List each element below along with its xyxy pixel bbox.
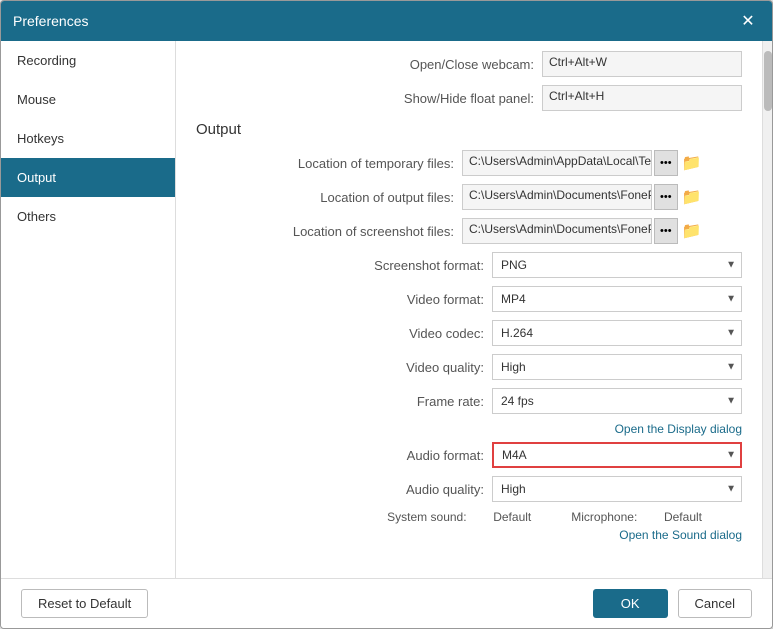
temp-files-label: Location of temporary files: (298, 156, 454, 171)
screenshot-files-input[interactable]: C:\Users\Admin\Documents\FonePa (462, 218, 652, 244)
preferences-dialog: Preferences ✕ Recording Mouse Hotkeys Ou… (0, 0, 773, 629)
footer: Reset to Default OK Cancel (1, 578, 772, 628)
screenshot-format-select[interactable]: PNG JPG BMP (492, 252, 742, 278)
output-files-input[interactable]: C:\Users\Admin\Documents\FonePa (462, 184, 652, 210)
video-quality-dropdown-wrapper: High Medium Low ▼ (492, 354, 742, 380)
temp-files-folder-button[interactable]: 📁 (682, 150, 702, 176)
video-quality-label: Video quality: (406, 360, 484, 375)
video-codec-dropdown-wrapper: H.264 H.265 VP8 ▼ (492, 320, 742, 346)
output-section-title: Output (196, 121, 742, 138)
audio-format-row: Audio format: M4A MP3 WAV AAC ▼ (196, 442, 742, 468)
footer-right-buttons: OK Cancel (593, 589, 752, 618)
audio-format-select[interactable]: M4A MP3 WAV AAC (492, 442, 742, 468)
show-hide-label: Show/Hide float panel: (404, 91, 534, 106)
reset-to-default-button[interactable]: Reset to Default (21, 589, 148, 618)
audio-quality-label: Audio quality: (406, 482, 484, 497)
screenshot-files-dots-button[interactable]: ••• (654, 218, 678, 244)
frame-rate-row: Frame rate: 24 fps 30 fps 60 fps ▼ (196, 388, 742, 414)
video-codec-label: Video codec: (409, 326, 484, 341)
display-dialog-link-row: Open the Display dialog (196, 422, 742, 436)
output-files-controls: C:\Users\Admin\Documents\FonePa ••• 📁 (462, 184, 742, 210)
sidebar: Recording Mouse Hotkeys Output Others (1, 41, 176, 578)
sidebar-item-others[interactable]: Others (1, 197, 175, 236)
sound-info-row: System sound: Default Microphone: Defaul… (196, 510, 742, 524)
frame-rate-label: Frame rate: (417, 394, 484, 409)
video-codec-select[interactable]: H.264 H.265 VP8 (492, 320, 742, 346)
temp-files-row: Location of temporary files: C:\Users\Ad… (196, 150, 742, 176)
output-files-row: Location of output files: C:\Users\Admin… (196, 184, 742, 210)
close-button[interactable]: ✕ (736, 9, 760, 33)
screenshot-files-row: Location of screenshot files: C:\Users\A… (196, 218, 742, 244)
sound-dialog-link-row: Open the Sound dialog (196, 528, 742, 542)
open-webcam-row: Open/Close webcam: Ctrl+Alt+W (196, 51, 742, 77)
video-quality-select[interactable]: High Medium Low (492, 354, 742, 380)
ok-button[interactable]: OK (593, 589, 668, 618)
sidebar-item-recording[interactable]: Recording (1, 41, 175, 80)
screenshot-files-label: Location of screenshot files: (293, 224, 454, 239)
sidebar-item-hotkeys[interactable]: Hotkeys (1, 119, 175, 158)
temp-files-dots-button[interactable]: ••• (654, 150, 678, 176)
output-files-folder-button[interactable]: 📁 (682, 184, 702, 210)
audio-format-label: Audio format: (407, 448, 484, 463)
audio-quality-select[interactable]: High Medium Low (492, 476, 742, 502)
screenshot-files-controls: C:\Users\Admin\Documents\FonePa ••• 📁 (462, 218, 742, 244)
system-sound-label: System sound: Default (387, 510, 551, 524)
audio-format-dropdown-wrapper: M4A MP3 WAV AAC ▼ (492, 442, 742, 468)
screenshot-format-dropdown-wrapper: PNG JPG BMP ▼ (492, 252, 742, 278)
video-format-dropdown-wrapper: MP4 AVI MOV ▼ (492, 286, 742, 312)
screenshot-format-row: Screenshot format: PNG JPG BMP ▼ (196, 252, 742, 278)
show-hide-input[interactable]: Ctrl+Alt+H (542, 85, 742, 111)
scrollbar-track[interactable] (762, 41, 772, 578)
title-bar: Preferences ✕ (1, 1, 772, 41)
microphone-label: Microphone: Default (571, 510, 722, 524)
sidebar-item-output[interactable]: Output (1, 158, 175, 197)
output-files-dots-button[interactable]: ••• (654, 184, 678, 210)
screenshot-files-folder-button[interactable]: 📁 (682, 218, 702, 244)
dialog-body: Recording Mouse Hotkeys Output Others Op… (1, 41, 772, 578)
video-quality-row: Video quality: High Medium Low ▼ (196, 354, 742, 380)
open-webcam-label: Open/Close webcam: (410, 57, 534, 72)
scrollbar-thumb[interactable] (764, 51, 772, 111)
folder-icon: 📁 (682, 189, 702, 206)
temp-files-input[interactable]: C:\Users\Admin\AppData\Local\Ten (462, 150, 652, 176)
output-files-label: Location of output files: (320, 190, 454, 205)
main-content: Open/Close webcam: Ctrl+Alt+W Show/Hide … (176, 41, 762, 578)
dialog-title: Preferences (13, 13, 88, 29)
content-scroll-wrapper: Open/Close webcam: Ctrl+Alt+W Show/Hide … (176, 41, 762, 578)
frame-rate-select[interactable]: 24 fps 30 fps 60 fps (492, 388, 742, 414)
cancel-button[interactable]: Cancel (678, 589, 752, 618)
audio-quality-dropdown-wrapper: High Medium Low ▼ (492, 476, 742, 502)
open-display-dialog-link[interactable]: Open the Display dialog (615, 422, 742, 436)
folder-icon: 📁 (682, 223, 702, 240)
show-hide-panel-row: Show/Hide float panel: Ctrl+Alt+H (196, 85, 742, 111)
sidebar-item-mouse[interactable]: Mouse (1, 80, 175, 119)
open-sound-dialog-link[interactable]: Open the Sound dialog (619, 528, 742, 542)
audio-quality-row: Audio quality: High Medium Low ▼ (196, 476, 742, 502)
temp-files-controls: C:\Users\Admin\AppData\Local\Ten ••• 📁 (462, 150, 742, 176)
frame-rate-dropdown-wrapper: 24 fps 30 fps 60 fps ▼ (492, 388, 742, 414)
open-webcam-input[interactable]: Ctrl+Alt+W (542, 51, 742, 77)
screenshot-format-label: Screenshot format: (374, 258, 484, 273)
video-format-row: Video format: MP4 AVI MOV ▼ (196, 286, 742, 312)
video-codec-row: Video codec: H.264 H.265 VP8 ▼ (196, 320, 742, 346)
folder-icon: 📁 (682, 155, 702, 172)
video-format-label: Video format: (407, 292, 484, 307)
video-format-select[interactable]: MP4 AVI MOV (492, 286, 742, 312)
